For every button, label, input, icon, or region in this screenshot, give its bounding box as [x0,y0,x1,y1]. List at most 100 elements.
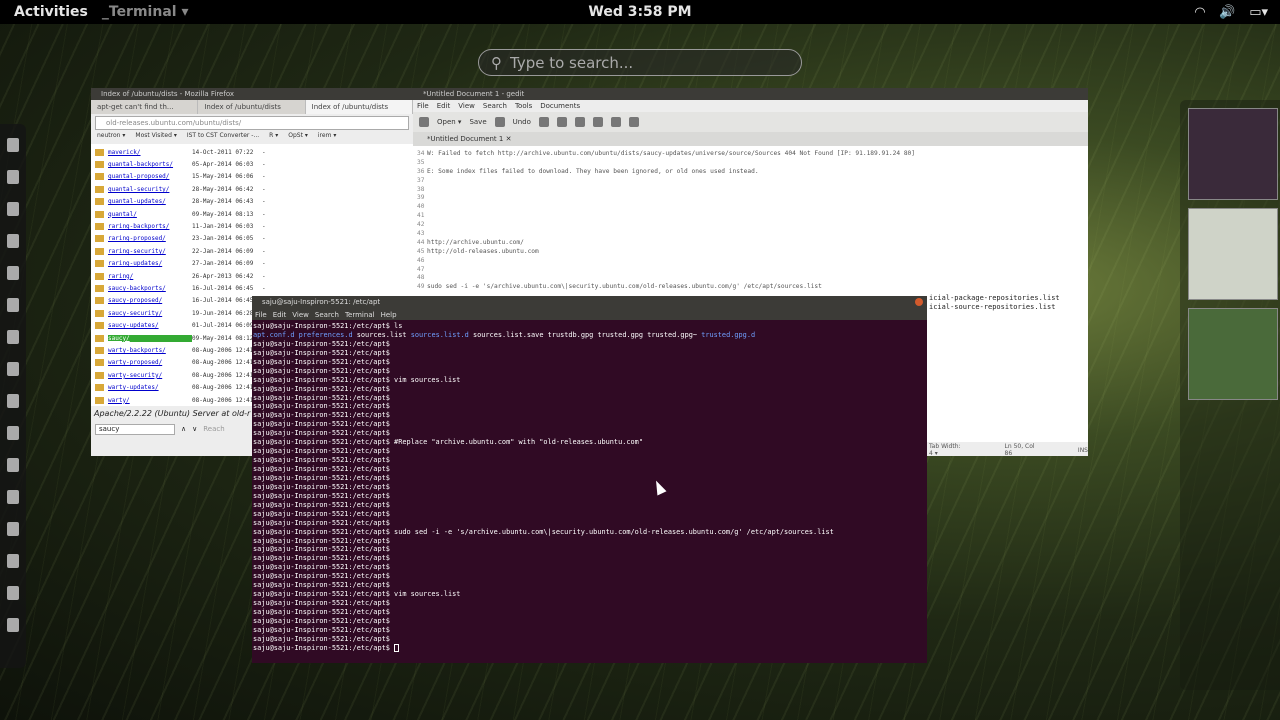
menu-item[interactable]: View [458,102,475,110]
directory-link[interactable]: raring-proposed/ [108,235,192,242]
show-apps-icon[interactable] [7,618,19,632]
dash-app-icon[interactable] [7,330,19,344]
document-tab[interactable]: *Untitled Document 1 ✕ [413,132,1088,146]
directory-link[interactable]: quantal-proposed/ [108,173,192,180]
new-document-icon[interactable] [419,117,429,127]
bookmark-item[interactable]: OpSt ▾ [288,132,308,144]
menu-item[interactable]: File [417,102,429,110]
clock[interactable]: Wed 3:58 PM [588,4,691,20]
find-next-button[interactable]: ∨ [192,425,197,433]
dash-app-icon[interactable] [7,586,19,600]
dash-app-icon[interactable] [7,298,19,312]
dash-app-icon[interactable] [7,138,19,152]
menu-item[interactable]: Terminal [345,311,375,319]
undo-button[interactable]: Undo [513,118,531,126]
open-button[interactable]: Open ▾ [437,118,461,126]
browser-tab[interactable]: Index of /ubuntu/dists [198,100,306,114]
dash-app-icon[interactable] [7,490,19,504]
dash-app-icon[interactable] [7,458,19,472]
menu-item[interactable]: Edit [273,311,287,319]
app-menu[interactable]: _Terminal ▾ [102,4,189,20]
directory-link[interactable]: warty-security/ [108,372,192,379]
replace-icon[interactable] [628,117,639,127]
directory-link[interactable]: warty-backports/ [108,347,192,354]
directory-link[interactable]: quantal-security/ [108,186,192,193]
directory-link[interactable]: saucy-proposed/ [108,297,192,304]
directory-link[interactable]: saucy-updates/ [108,322,192,329]
line-number: 45 [417,247,425,255]
bookmark-item[interactable]: neutron ▾ [97,132,125,144]
browser-tab-active[interactable]: Index of /ubuntu/dists [305,100,413,114]
directory-link[interactable]: warty/ [108,397,192,404]
directory-link[interactable]: quantal-updates/ [108,198,192,205]
find-input[interactable]: saucy [95,423,175,435]
menu-item[interactable]: Help [381,311,397,319]
directory-link[interactable]: saucy-backports/ [108,285,192,292]
volume-icon[interactable]: 🔊 [1219,5,1235,20]
directory-link[interactable]: warty-proposed/ [108,359,192,366]
menu-item[interactable]: Edit [437,102,451,110]
workspace-thumbnail[interactable] [1188,108,1278,200]
bookmark-item[interactable]: R ▾ [269,132,278,144]
dash-app-icon[interactable] [7,554,19,568]
copy-icon[interactable] [574,117,585,127]
dash-app-icon[interactable] [7,426,19,440]
workspace-thumbnail[interactable] [1188,208,1278,300]
directory-link[interactable]: saucy/ [108,334,192,342]
dash-app-icon[interactable] [7,394,19,408]
save-button[interactable]: Save [469,118,486,126]
editor-line: 38 [417,186,1084,195]
directory-link[interactable]: quantal-backports/ [108,161,192,168]
terminal-line: saju@saju-Inspiron-5521:/etc/apt$ sudo s… [253,528,926,537]
directory-link[interactable]: maverick/ [108,149,192,156]
url-bar[interactable]: old-releases.ubuntu.com/ubuntu/dists/ [95,116,409,130]
menu-bar: File Edit View Search Terminal Help [252,309,927,320]
tab-width-selector[interactable]: Tab Width: 4 ▾ [929,443,965,456]
dash-app-icon[interactable] [7,266,19,280]
find-prev-button[interactable]: ∧ [181,425,186,433]
activities-button[interactable]: Activities [0,4,102,20]
cut-icon[interactable] [556,117,567,127]
folder-icon [95,284,104,292]
directory-link[interactable]: saucy-security/ [108,310,192,317]
terminal-line: saju@saju-Inspiron-5521:/etc/apt$ [253,519,926,528]
terminal-line: saju@saju-Inspiron-5521:/etc/apt$ [253,367,926,376]
menu-item[interactable]: Search [483,102,507,110]
close-tab-icon[interactable]: ✕ [506,135,512,143]
shell-prompt: saju@saju-Inspiron-5521:/etc/apt$ [253,563,390,572]
dash-app-icon[interactable] [7,234,19,248]
battery-icon[interactable]: ▭▾ [1249,5,1268,20]
directory-link[interactable]: raring-updates/ [108,260,192,267]
bookmark-item[interactable]: IST to CST Converter -... [187,132,259,144]
menu-item[interactable]: File [255,311,267,319]
menu-item[interactable]: Documents [540,102,580,110]
wifi-icon[interactable]: ◠ [1195,5,1205,20]
modified-date: 28-May-2014 06:42 [192,185,254,193]
menu-item[interactable]: Search [315,311,339,319]
dash-app-icon[interactable] [7,362,19,376]
directory-link[interactable]: raring-security/ [108,248,192,255]
search-field[interactable]: ⚲ Type to search... [478,49,802,76]
dash-app-icon[interactable] [7,202,19,216]
menu-item[interactable]: Tools [515,102,532,110]
dash-app-icon[interactable] [7,522,19,536]
dash-app-icon[interactable] [7,170,19,184]
directory-link[interactable]: raring-backports/ [108,223,192,230]
line-text: E: Some index files failed to download. … [427,167,759,175]
terminal-output[interactable]: saju@saju-Inspiron-5521:/etc/apt$ ls apt.… [252,320,927,655]
paste-icon[interactable] [592,117,603,127]
terminal-window[interactable]: saju@saju-Inspiron-5521: /etc/apt File Ed… [252,296,927,663]
redo-icon[interactable] [538,117,549,127]
directory-link[interactable]: warty-updates/ [108,384,192,391]
editor-line: 42 [417,221,1084,230]
workspace-thumbnail[interactable] [1188,308,1278,400]
bookmark-item[interactable]: Most Visited ▾ [135,132,176,144]
menu-item[interactable]: View [292,311,309,319]
directory-link[interactable]: raring/ [108,273,192,280]
close-icon[interactable] [915,298,923,306]
directory-link[interactable]: quantal/ [108,211,192,218]
search-icon[interactable] [610,117,621,127]
browser-tab[interactable]: apt-get can't find th... [91,100,199,114]
bookmark-item[interactable]: irem ▾ [318,132,336,144]
print-icon[interactable] [494,117,505,127]
